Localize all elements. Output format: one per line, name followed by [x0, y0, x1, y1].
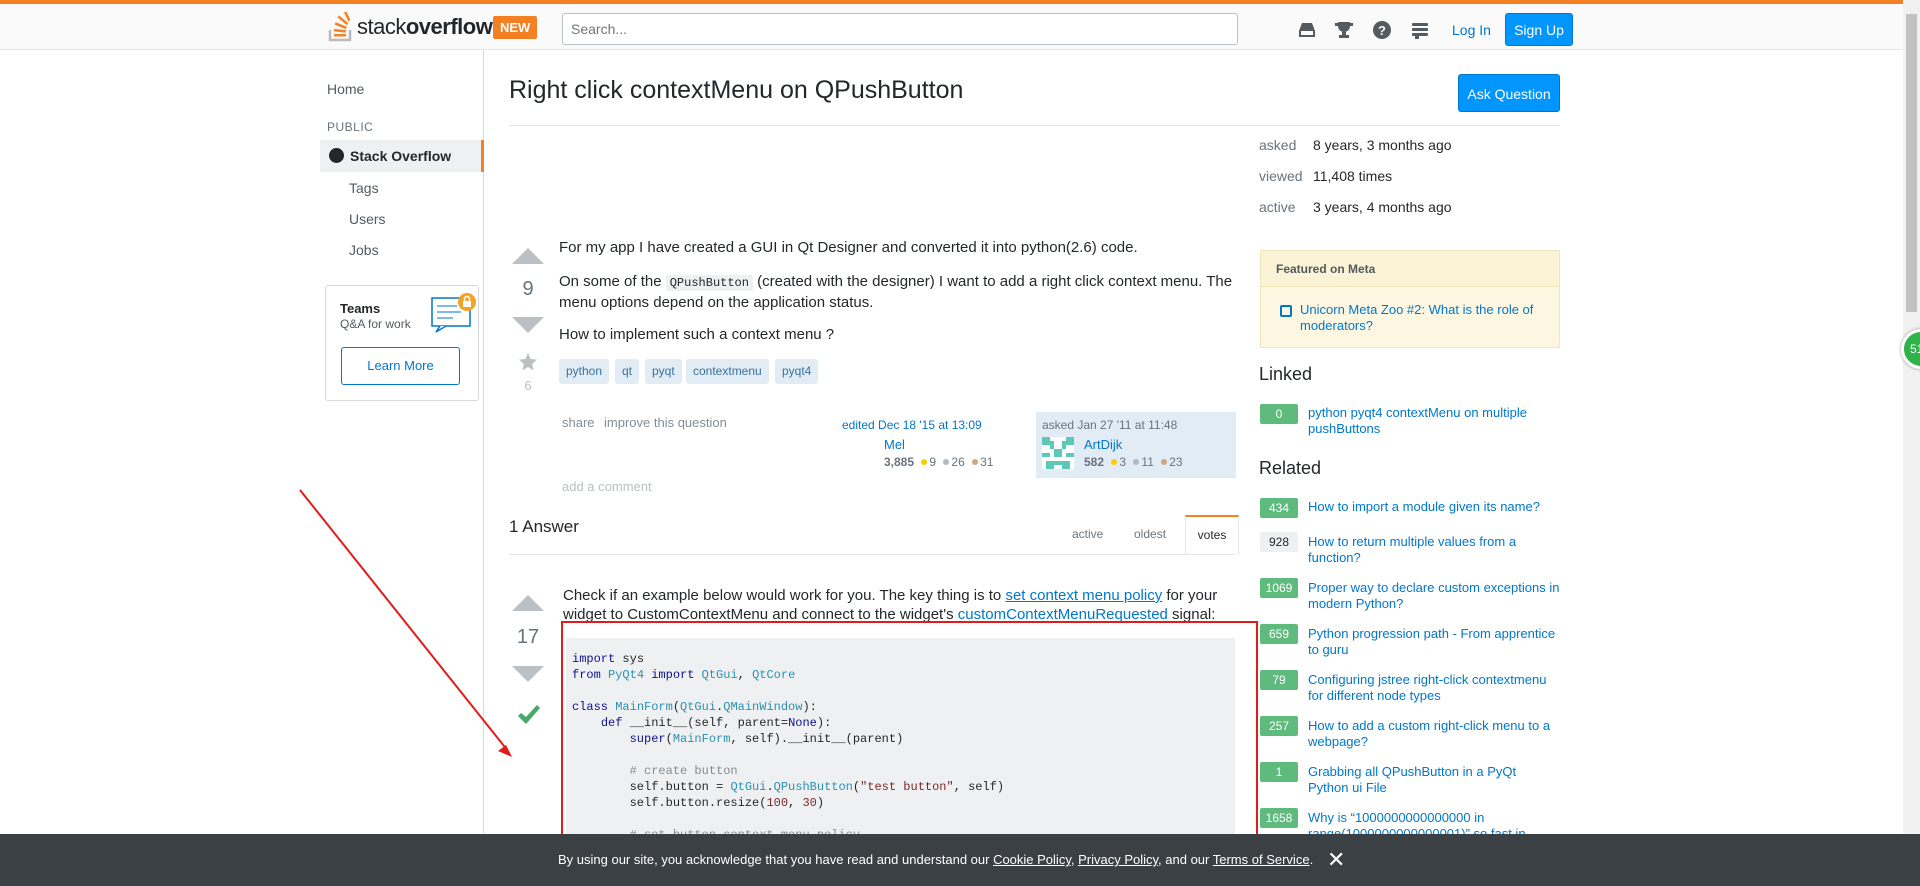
- related-question-link[interactable]: Python progression path - From apprentic…: [1308, 626, 1560, 658]
- asked-signature: asked Jan 27 '11 at 11:48 ArtDijk 582 3 …: [1036, 412, 1236, 478]
- stat-viewed-value: 11,408 times: [1313, 168, 1393, 184]
- globe-icon: [329, 148, 344, 163]
- asker-name-link[interactable]: ArtDijk: [1084, 437, 1122, 452]
- inbox-icon[interactable]: [1296, 19, 1318, 41]
- stat-viewed-label: viewed: [1259, 168, 1303, 184]
- tag-python[interactable]: python: [559, 359, 610, 384]
- signup-button[interactable]: Sign Up: [1505, 13, 1573, 46]
- related-question-link[interactable]: How to import a module given its name?: [1308, 499, 1560, 515]
- cookie-policy-link[interactable]: Cookie Policy: [993, 852, 1071, 867]
- related-score[interactable]: 1069: [1260, 578, 1298, 598]
- site-switcher-icon[interactable]: [1409, 19, 1431, 41]
- user-avatar[interactable]: [1042, 437, 1074, 469]
- nav-home[interactable]: Home: [327, 81, 364, 97]
- svg-text:?: ?: [1378, 23, 1386, 38]
- related-question-link[interactable]: How to add a custom right-click menu to …: [1308, 718, 1560, 750]
- tag-qt[interactable]: qt: [615, 359, 640, 384]
- search-input[interactable]: [562, 13, 1238, 45]
- asked-time: asked Jan 27 '11 at 11:48: [1042, 418, 1178, 432]
- question-title[interactable]: Right click contextMenu on QPushButton: [509, 76, 963, 105]
- logo-text: stackoverflow: [357, 14, 493, 39]
- featured-on-meta: Featured on Meta Unicorn Meta Zoo #2: Wh…: [1260, 250, 1560, 348]
- cookie-banner: By using our site, you acknowledge that …: [0, 834, 1920, 886]
- tag-pyqt4[interactable]: pyqt4: [775, 359, 819, 384]
- sort-tab-active[interactable]: active: [1072, 527, 1103, 541]
- meta-post-icon: [1280, 305, 1292, 317]
- featured-heading: Featured on Meta: [1261, 251, 1559, 287]
- close-icon[interactable]: ✕: [1327, 847, 1345, 873]
- teams-illustration-icon: [431, 293, 476, 333]
- editor-reputation: 3,885 9 26 31: [884, 455, 994, 469]
- related-score[interactable]: 1658: [1260, 808, 1298, 828]
- tag-pyqt[interactable]: pyqt: [645, 359, 682, 384]
- scrollbar-thumb[interactable]: [1906, 14, 1917, 312]
- related-question-link[interactable]: Proper way to declare custom exceptions …: [1308, 580, 1560, 612]
- nav-stack-overflow[interactable]: Stack Overflow: [320, 140, 484, 172]
- teams-title: Teams: [340, 301, 381, 316]
- top-bar: stackoverflow NEW ? Log In Sign Up: [0, 0, 1920, 50]
- help-icon[interactable]: ?: [1371, 19, 1393, 41]
- linked-heading: Linked: [1259, 364, 1313, 384]
- red-arrow-annotation: [299, 489, 512, 757]
- related-score[interactable]: 659: [1260, 624, 1298, 644]
- teams-subtitle: Q&A for work: [340, 317, 411, 331]
- linked-score[interactable]: 0: [1260, 404, 1298, 424]
- edited-time-link[interactable]: edited Dec 18 '15 at 13:09: [842, 418, 982, 432]
- question-body-paragraph-3: How to implement such a context menu ?: [559, 326, 835, 343]
- favorite-star-icon[interactable]: [518, 352, 538, 372]
- share-link[interactable]: share: [562, 415, 595, 430]
- linked-question-link[interactable]: python pyqt4 contextMenu on multiple pus…: [1308, 405, 1560, 437]
- answer-body: Check if an example below would work for…: [563, 587, 1218, 623]
- title-divider: [509, 125, 1560, 126]
- site-logo[interactable]: stackoverflow: [328, 12, 493, 42]
- nav-users[interactable]: Users: [349, 211, 386, 227]
- teams-promo: Teams Q&A for work Learn More: [325, 285, 479, 401]
- related-score[interactable]: 1: [1260, 762, 1298, 782]
- related-question-link[interactable]: Configuring jstree right-click contextme…: [1308, 672, 1560, 704]
- ask-question-button[interactable]: Ask Question: [1458, 74, 1560, 112]
- related-score[interactable]: 928: [1260, 532, 1298, 552]
- related-score[interactable]: 79: [1260, 670, 1298, 690]
- teams-learn-more-button[interactable]: Learn More: [341, 347, 460, 385]
- stackoverflow-logo-icon: [328, 12, 352, 42]
- sort-tab-votes[interactable]: votes: [1185, 515, 1239, 555]
- question-upvote-button[interactable]: [512, 248, 544, 264]
- new-badge[interactable]: NEW: [493, 16, 538, 39]
- answers-divider: [509, 554, 1235, 555]
- asker-reputation: 582 3 11 23: [1084, 455, 1183, 469]
- nav-jobs[interactable]: Jobs: [349, 242, 379, 258]
- nav-public-label: PUBLIC: [327, 120, 374, 134]
- privacy-policy-link[interactable]: Privacy Policy: [1078, 852, 1158, 867]
- favorite-count: 6: [524, 378, 532, 393]
- question-vote-count: 9: [522, 278, 534, 300]
- inline-code-qpushbutton: QPushButton: [665, 275, 753, 291]
- stat-active-label: active: [1259, 199, 1296, 215]
- stat-active-value[interactable]: 3 years, 4 months ago: [1313, 199, 1452, 215]
- question-body-paragraph-1: For my app I have created a GUI in Qt De…: [559, 239, 1138, 256]
- question-body-paragraph-2: On some of the QPushButton (created with…: [559, 273, 1233, 311]
- terms-of-service-link[interactable]: Terms of Service: [1213, 852, 1310, 867]
- related-question-link[interactable]: Grabbing all QPushButton in a PyQt Pytho…: [1308, 764, 1560, 796]
- edited-signature: edited Dec 18 '15 at 13:09 Mel 3,885 9 2…: [836, 412, 1026, 478]
- related-heading: Related: [1259, 458, 1322, 478]
- highlight-box-annotation: [561, 621, 1258, 844]
- related-score[interactable]: 434: [1260, 498, 1298, 518]
- nav-tags[interactable]: Tags: [349, 180, 379, 196]
- set-context-menu-policy-link[interactable]: set context menu policy: [1005, 587, 1162, 604]
- trophy-icon[interactable]: [1333, 19, 1355, 41]
- featured-item-link[interactable]: Unicorn Meta Zoo #2: What is the role of…: [1300, 302, 1550, 334]
- add-comment-link[interactable]: add a comment: [562, 479, 652, 494]
- login-link[interactable]: Log In: [1452, 22, 1491, 38]
- related-score[interactable]: 257: [1260, 716, 1298, 736]
- stat-asked-value: 8 years, 3 months ago: [1313, 137, 1452, 153]
- cookie-notice-text: By using our site, you acknowledge that …: [558, 852, 1314, 867]
- editor-name-link[interactable]: Mel: [884, 437, 905, 452]
- question-downvote-button[interactable]: [512, 317, 544, 333]
- related-question-link[interactable]: How to return multiple values from a fun…: [1308, 534, 1560, 566]
- nav-stack-overflow-label: Stack Overflow: [350, 148, 452, 164]
- tag-contextmenu[interactable]: contextmenu: [686, 359, 769, 384]
- improve-question-link[interactable]: improve this question: [604, 415, 727, 430]
- sort-tab-oldest[interactable]: oldest: [1134, 527, 1166, 541]
- stat-asked-label: asked: [1259, 137, 1297, 153]
